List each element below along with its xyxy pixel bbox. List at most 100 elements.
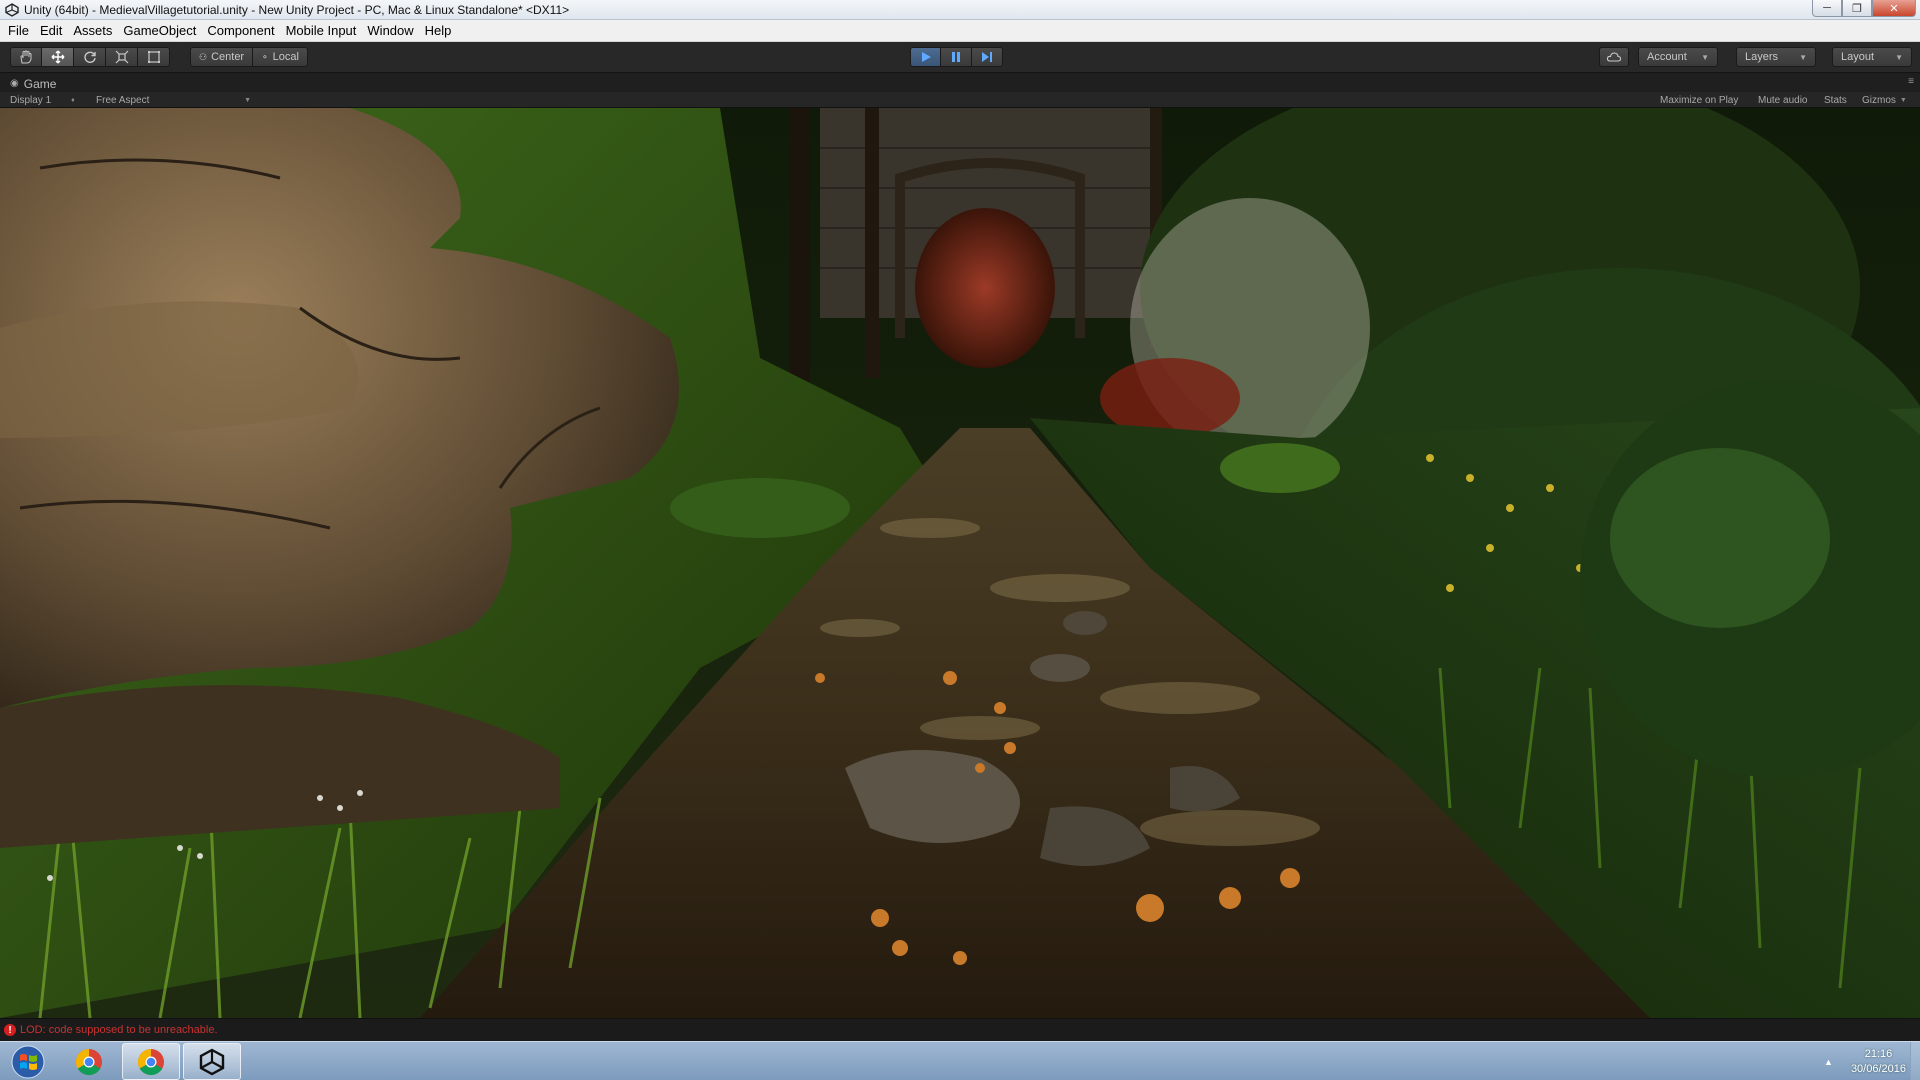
restore-icon: ❐	[1852, 2, 1862, 15]
game-viewport[interactable]	[0, 108, 1920, 1018]
close-icon: ✕	[1889, 2, 1899, 15]
menu-gameobject[interactable]: GameObject	[119, 23, 203, 38]
clock-time: 21:16	[1864, 1048, 1893, 1060]
layout-group: Layout ▼	[1832, 47, 1912, 67]
taskbar-chrome-pinned[interactable]	[60, 1043, 118, 1080]
pivot-label: Center	[211, 51, 245, 63]
game-view-toolbar: Display 1 ♦ Free Aspect ▼ Maximize on Pl…	[0, 92, 1920, 108]
rotate-tool-icon	[83, 51, 96, 63]
chrome-icon	[75, 1048, 102, 1075]
forest-path-scene	[0, 108, 1920, 1018]
rect-tool-button[interactable]	[138, 47, 170, 67]
stats-toggle[interactable]: Stats	[1820, 93, 1851, 107]
mute-audio-toggle[interactable]: Mute audio	[1754, 93, 1811, 107]
play-button[interactable]	[910, 47, 941, 67]
move-tool-icon	[51, 50, 64, 64]
windows-logo-icon	[11, 1045, 45, 1078]
account-dropdown[interactable]: Account ▼	[1638, 47, 1718, 67]
chrome-icon	[137, 1048, 164, 1075]
dropdown-arrow-icon: ▼	[1895, 52, 1903, 62]
move-tool-button[interactable]	[42, 47, 74, 67]
game-controller-icon: ◉	[10, 78, 19, 89]
close-button[interactable]: ✕	[1872, 0, 1916, 17]
clock-date: 30/06/2016	[1850, 1063, 1906, 1075]
rotate-tool-button[interactable]	[74, 47, 106, 67]
taskbar-unity[interactable]	[183, 1043, 241, 1080]
main-toolbar: ⚇ Center ⚬ Local Account ▼ Layers ▼ Layo…	[0, 42, 1920, 73]
menu-edit[interactable]: Edit	[36, 23, 69, 38]
minimize-button[interactable]: ─	[1812, 0, 1842, 17]
window-title-bar: Unity (64bit) - MedievalVillagetutorial.…	[0, 0, 1920, 20]
menu-assets[interactable]: Assets	[69, 23, 119, 38]
restore-button[interactable]: ❐	[1842, 0, 1872, 17]
show-desktop-button[interactable]	[1910, 1042, 1920, 1080]
stats-label: Stats	[1824, 94, 1847, 106]
display-dropdown[interactable]: Display 1 ♦	[10, 93, 75, 107]
dropdown-arrow-icon: ▼	[1799, 52, 1807, 62]
display-label: Display 1	[10, 94, 52, 106]
aspect-dropdown[interactable]: Free Aspect ▼	[96, 93, 251, 107]
mute-label: Mute audio	[1758, 94, 1808, 106]
layout-label: Layout	[1841, 51, 1875, 63]
menu-window[interactable]: Window	[363, 23, 420, 38]
minimize-icon: ─	[1823, 2, 1831, 14]
scale-tool-button[interactable]	[106, 47, 138, 67]
maximize-on-play-toggle[interactable]: Maximize on Play	[1656, 93, 1742, 107]
windows-taskbar: ▲ 21:16 30/06/2016	[0, 1041, 1920, 1080]
local-space-icon: ⚬	[261, 51, 269, 62]
account-label: Account	[1647, 51, 1687, 63]
step-button[interactable]	[972, 47, 1003, 67]
gizmos-label: Gizmos	[1862, 94, 1896, 106]
dropdown-arrow-icon: ▼	[244, 96, 251, 104]
taskbar-chrome-open[interactable]	[122, 1043, 180, 1080]
hand-tool-button[interactable]	[10, 47, 42, 67]
cloud-group	[1599, 47, 1629, 67]
menu-help[interactable]: Help	[421, 23, 459, 38]
console-status-bar[interactable]: ! LOD: code supposed to be unreachable.	[0, 1018, 1920, 1041]
menu-bar: File Edit Assets GameObject Component Mo…	[0, 20, 1920, 42]
updown-arrow-icon: ♦	[71, 96, 75, 104]
cloud-icon	[1606, 52, 1622, 62]
window-controls: ─ ❐ ✕	[1812, 0, 1916, 18]
tab-menu-icon[interactable]: ≡	[1908, 76, 1914, 87]
unity-icon[interactable]	[4, 2, 20, 18]
scale-tool-icon	[115, 50, 128, 64]
layers-group: Layers ▼	[1736, 47, 1816, 67]
layout-dropdown[interactable]: Layout ▼	[1832, 47, 1912, 67]
gizmos-dropdown[interactable]: Gizmos ▼	[1858, 93, 1911, 107]
system-tray: ▲ 21:16 30/06/2016	[1824, 1045, 1906, 1079]
pause-icon	[952, 52, 960, 62]
menu-file[interactable]: File	[4, 23, 36, 38]
account-group: Account ▼	[1638, 47, 1718, 67]
menu-component[interactable]: Component	[203, 23, 281, 38]
layers-dropdown[interactable]: Layers ▼	[1736, 47, 1816, 67]
window-title: Unity (64bit) - MedievalVillagetutorial.…	[24, 2, 570, 17]
layers-label: Layers	[1745, 51, 1779, 63]
pause-button[interactable]	[941, 47, 972, 67]
hand-tool-icon	[20, 50, 32, 64]
playback-controls	[910, 47, 1003, 67]
space-label: Local	[272, 51, 299, 63]
tray-expand-icon[interactable]: ▲	[1824, 1057, 1833, 1067]
game-tab-bar: ◉ Game ≡	[0, 74, 1920, 92]
cloud-button[interactable]	[1599, 47, 1629, 67]
status-message: LOD: code supposed to be unreachable.	[20, 1024, 218, 1036]
rect-tool-icon	[147, 51, 160, 63]
pivot-controls: ⚇ Center ⚬ Local	[190, 47, 308, 67]
transform-tools	[10, 47, 170, 67]
pivot-icon: ⚇	[199, 51, 208, 62]
tab-game-label: Game	[23, 76, 57, 91]
maximize-label: Maximize on Play	[1660, 94, 1739, 106]
step-icon	[982, 52, 992, 62]
dropdown-arrow-icon: ▼	[1899, 96, 1907, 104]
clock[interactable]: 21:16 30/06/2016	[1851, 1047, 1906, 1077]
aspect-label: Free Aspect	[96, 94, 150, 106]
play-icon	[921, 52, 931, 62]
menu-mobile-input[interactable]: Mobile Input	[282, 23, 364, 38]
start-button[interactable]	[4, 1043, 52, 1080]
tab-game[interactable]: ◉ Game	[6, 75, 66, 92]
pivot-local-toggle[interactable]: ⚬ Local	[253, 47, 308, 67]
unity-icon	[199, 1048, 225, 1075]
pivot-center-toggle[interactable]: ⚇ Center	[190, 47, 254, 67]
error-icon: !	[4, 1024, 16, 1036]
